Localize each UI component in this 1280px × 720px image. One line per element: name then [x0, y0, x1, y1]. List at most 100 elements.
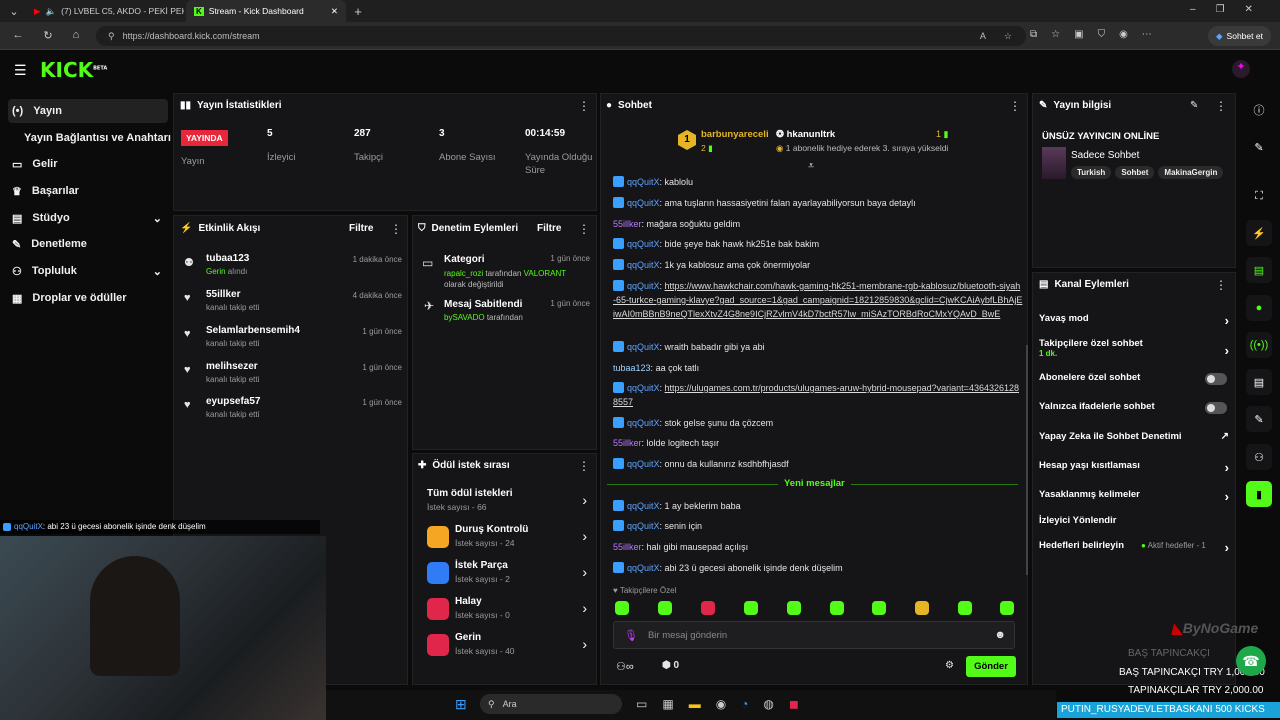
- emotes-only-row[interactable]: Yalnızca ifadelerle sohbet: [1039, 401, 1229, 421]
- tag[interactable]: Turkish: [1071, 166, 1112, 179]
- chat-username[interactable]: 55illker: [613, 219, 642, 229]
- sidebar-item-gelir[interactable]: ▭ Gelir: [8, 152, 168, 176]
- chat-username[interactable]: qqQuitX: [627, 342, 660, 352]
- account-age-row[interactable]: Hesap yaşı kısıtlaması ›: [1039, 460, 1229, 480]
- chat-menu-icon[interactable]: ⋮: [1009, 99, 1021, 113]
- chat-settings-icon[interactable]: ⚙: [945, 660, 954, 671]
- top-gifter-2[interactable]: ❂ hkanunltrk: [776, 129, 835, 140]
- info-menu-icon[interactable]: ⋮: [1215, 99, 1227, 113]
- sidebar-item-topluluk[interactable]: ⚇ Topluluk ⌄: [8, 259, 168, 283]
- obs-icon[interactable]: ◉: [716, 697, 726, 711]
- chat-username[interactable]: qqQuitX: [627, 563, 660, 573]
- chat-username[interactable]: tubaa123: [613, 363, 651, 373]
- extensions-icon[interactable]: ⧉: [1030, 29, 1037, 40]
- minimize-icon[interactable]: –: [1190, 4, 1196, 15]
- activity-filter-button[interactable]: Filtre: [349, 223, 373, 234]
- tag[interactable]: MakinaGergin: [1158, 166, 1224, 179]
- back-icon[interactable]: ←: [10, 29, 26, 41]
- channel-menu-icon[interactable]: ⋮: [1215, 278, 1227, 292]
- banned-words-row[interactable]: Yasaklanmış kelimeler ›: [1039, 489, 1229, 509]
- emote-icon[interactable]: [615, 601, 629, 615]
- sidebar-item-droplar[interactable]: ▦ Droplar ve ödüller: [8, 286, 168, 310]
- taskbar-search[interactable]: ⚲ Ara: [480, 694, 622, 714]
- pencil-icon[interactable]: ✎: [1246, 134, 1272, 160]
- chat-username[interactable]: 55illker: [613, 542, 642, 552]
- chat-input[interactable]: 🎙 Bir mesaj gönderin ☻: [613, 621, 1015, 649]
- emote-icon[interactable]: [658, 601, 672, 615]
- subs-only-row[interactable]: Abonelere özel sohbet: [1039, 372, 1229, 392]
- sidebar-item-stream-key[interactable]: Yayın Bağlantısı ve Anahtarı: [20, 126, 180, 150]
- redirect-viewers-row[interactable]: İzleyici Yönlendir: [1039, 515, 1229, 535]
- more-icon[interactable]: ⋯: [1142, 29, 1152, 40]
- emote-icon[interactable]: [787, 601, 801, 615]
- reward-item[interactable]: İstek Parça İstek sayısı - 2 ›: [427, 560, 587, 590]
- sidebar-item-basarilar[interactable]: ♛ Başarılar: [8, 179, 168, 203]
- emote-icon[interactable]: [701, 601, 715, 615]
- read-aloud-icon[interactable]: A: [980, 31, 986, 41]
- sidebar-item-denetleme[interactable]: ✎ Denetleme: [8, 232, 168, 256]
- rewards-menu-icon[interactable]: ⋮: [578, 459, 590, 473]
- tab-youtube[interactable]: ▶ 🔈 (7) LVBEL C5, AKDO - PEKİ PEKİ ✕: [26, 0, 184, 22]
- reward-all[interactable]: Tüm ödül istekleri İstek sayısı - 66 ›: [427, 488, 587, 518]
- favorite-star-icon[interactable]: ☆: [1004, 31, 1012, 42]
- edge-icon[interactable]: ◔: [741, 697, 748, 711]
- emote-icon[interactable]: [915, 601, 929, 615]
- chat-username[interactable]: qqQuitX: [627, 383, 660, 393]
- channel-icon[interactable]: ▤: [1246, 369, 1272, 395]
- chat-text[interactable]: https://www.hawkchair.com/hawk-gaming-hk…: [613, 281, 1022, 319]
- bolt-icon[interactable]: ⚡: [1246, 220, 1272, 246]
- emoji-icon[interactable]: ☻: [994, 629, 1006, 641]
- chat-username[interactable]: 55illker: [613, 438, 642, 448]
- slow-mode-row[interactable]: Yavaş mod ›: [1039, 313, 1229, 333]
- subs-only-toggle[interactable]: [1205, 373, 1227, 385]
- tab-kick[interactable]: K Stream - Kick Dashboard ✕: [186, 0, 346, 22]
- chat-text[interactable]: https://ulugames.com.tr/products/ulugame…: [613, 383, 1019, 407]
- emote-icon[interactable]: [744, 601, 758, 615]
- chat-username[interactable]: qqQuitX: [627, 198, 660, 208]
- emote-icon[interactable]: [958, 601, 972, 615]
- active-tool-icon[interactable]: ▮: [1246, 481, 1272, 507]
- address-bar[interactable]: ⚲ https://dashboard.kick.com/stream A ☆: [96, 26, 1026, 46]
- new-tab-icon[interactable]: +: [350, 4, 366, 19]
- wrench-icon[interactable]: ✎: [1246, 406, 1272, 432]
- points-display[interactable]: ⬢ 0: [662, 660, 679, 671]
- activity-menu-icon[interactable]: ⋮: [390, 222, 402, 236]
- document-icon[interactable]: ▤: [1246, 257, 1272, 283]
- favorites-icon[interactable]: ☆: [1051, 29, 1060, 40]
- tag[interactable]: Sohbet: [1115, 166, 1155, 179]
- mic-icon[interactable]: 🎙: [624, 629, 638, 642]
- task-view-icon[interactable]: ▭: [636, 697, 647, 711]
- maximize-icon[interactable]: ❐: [1216, 4, 1225, 15]
- stats-menu-icon[interactable]: ⋮: [578, 99, 590, 113]
- ai-moderation-row[interactable]: Yapay Zeka ile Sohbet Denetimi ↗: [1039, 431, 1229, 451]
- followers-only-row[interactable]: Takipçilere özel sohbet 1 dk. ›: [1039, 338, 1229, 358]
- emote-icon[interactable]: [1000, 601, 1014, 615]
- screenshot-icon[interactable]: ⛶: [1246, 183, 1272, 209]
- home-icon[interactable]: ⌂: [68, 29, 84, 41]
- sidebar-item-yayin[interactable]: (•) Yayın: [8, 99, 168, 123]
- chat-icon[interactable]: ●: [1246, 295, 1272, 321]
- goals-row[interactable]: Hedefleri belirleyin ● Aktif hedefler - 1…: [1039, 540, 1229, 560]
- steam-icon[interactable]: ◍: [763, 697, 773, 711]
- tab-actions-icon[interactable]: ⌄: [6, 5, 22, 18]
- moderation-filter-button[interactable]: Filtre: [537, 223, 561, 234]
- windows-start-icon[interactable]: ⊞: [455, 696, 467, 713]
- sidebar-item-studyo[interactable]: ▤ Stüdyo ⌄: [8, 206, 168, 230]
- category-name[interactable]: Sadece Sohbet: [1071, 150, 1139, 161]
- close-window-icon[interactable]: ✕: [1245, 4, 1253, 15]
- chat-username[interactable]: qqQuitX: [627, 418, 660, 428]
- app-icon[interactable]: ◼: [789, 697, 799, 711]
- hamburger-menu-icon[interactable]: ☰: [14, 62, 27, 79]
- community-icon[interactable]: ⚇∞: [616, 660, 634, 673]
- moderation-menu-icon[interactable]: ⋮: [578, 222, 590, 236]
- kick-logo[interactable]: KICKBETA: [40, 58, 107, 82]
- support-chat-icon[interactable]: ☎: [1236, 646, 1266, 676]
- top-gifter-1[interactable]: barbunyareceli: [701, 129, 769, 140]
- store-icon[interactable]: ▦: [662, 697, 673, 711]
- user-avatar[interactable]: ✦: [1232, 60, 1250, 78]
- reward-item[interactable]: Halay İstek sayısı - 0 ›: [427, 596, 587, 626]
- emotes-only-toggle[interactable]: [1205, 402, 1227, 414]
- chat-username[interactable]: qqQuitX: [627, 281, 660, 291]
- refresh-icon[interactable]: ↻: [40, 29, 56, 42]
- chat-username[interactable]: qqQuitX: [627, 260, 660, 270]
